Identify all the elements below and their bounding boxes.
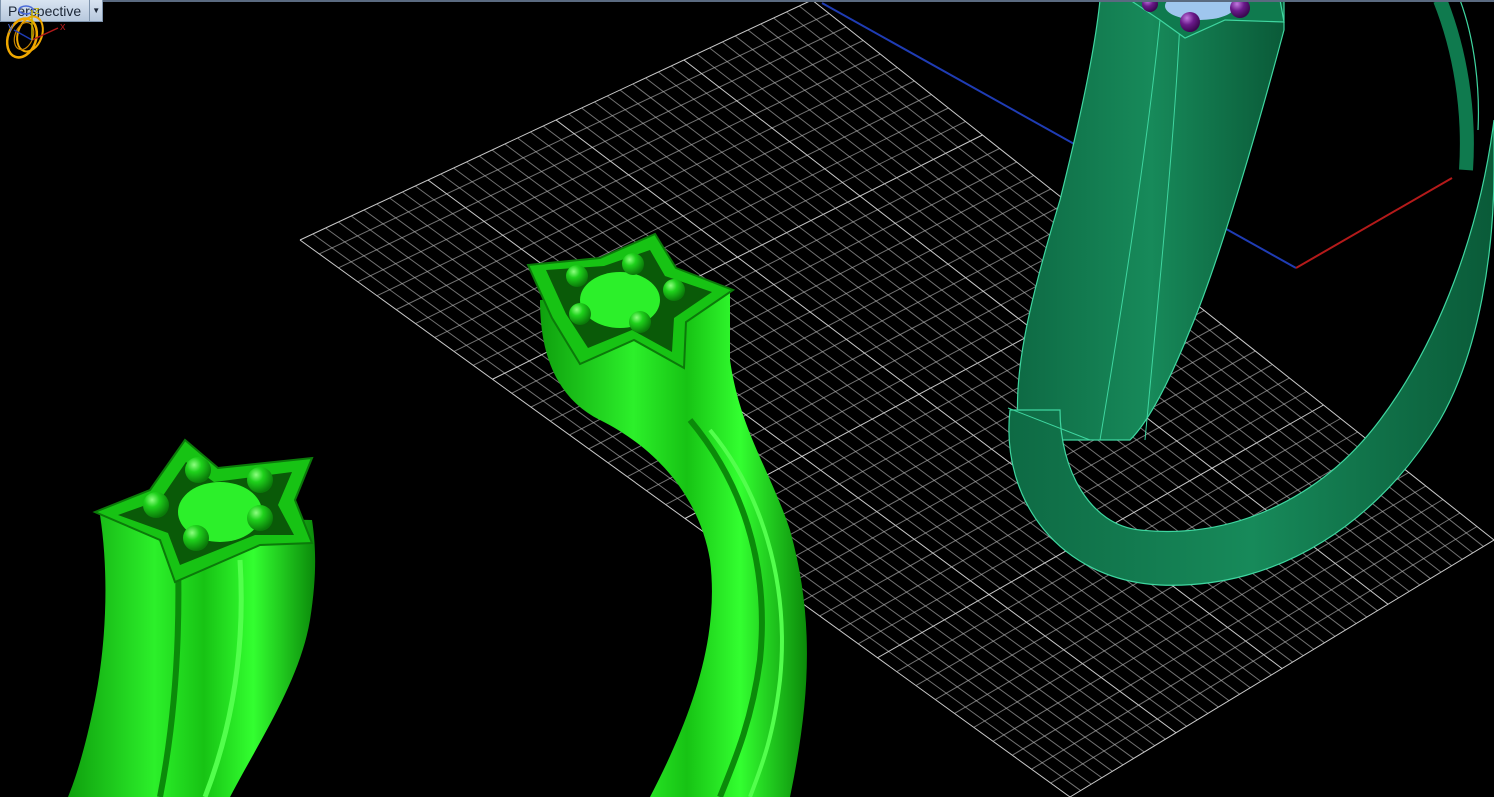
viewport-scene[interactable] — [0, 0, 1494, 797]
viewport-border — [0, 0, 1494, 2]
x-axis-line — [1295, 177, 1453, 269]
gizmo-x-axis — [31, 27, 59, 41]
gizmo-y-axis — [13, 29, 33, 41]
gizmo-y-label: y — [8, 21, 14, 33]
perspective-viewport[interactable]: Perspective ▼ x y z — [0, 0, 1494, 797]
construction-grid — [299, 0, 1494, 797]
gizmo-x-label: x — [60, 21, 66, 33]
axis-gizmo: x y z — [8, 5, 66, 41]
chevron-down-icon[interactable]: ▼ — [89, 0, 102, 21]
gizmo-z-label: z — [34, 5, 40, 17]
ring-near[interactable] — [68, 438, 316, 797]
ring-middle[interactable] — [526, 232, 807, 797]
